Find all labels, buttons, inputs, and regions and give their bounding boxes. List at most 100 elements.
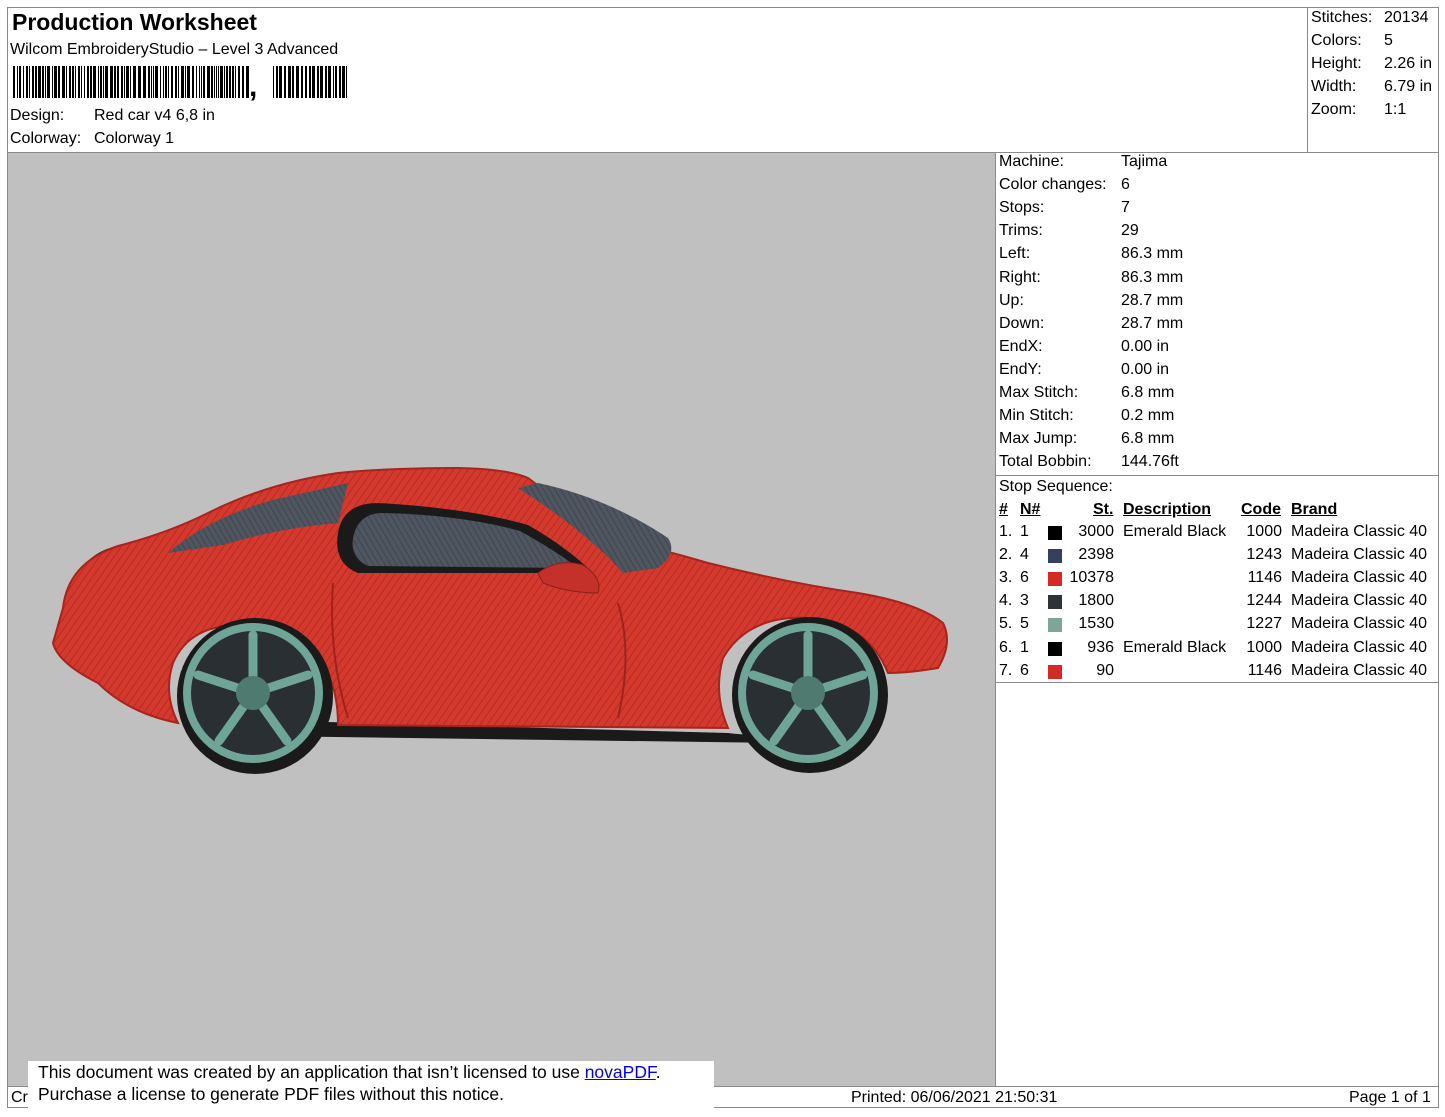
barcode-bar xyxy=(160,66,161,98)
barcode-bar xyxy=(201,66,202,98)
summary-divider xyxy=(1307,7,1308,152)
barcode-bar xyxy=(335,66,337,98)
barcode-bar xyxy=(235,66,236,98)
row-number: 6. xyxy=(999,638,1013,656)
col-header-num: # xyxy=(999,501,1008,518)
info-value: 6.8 mm xyxy=(1121,430,1175,448)
barcode-bar xyxy=(58,66,60,98)
barcode-bar xyxy=(23,66,24,98)
barcode-bar xyxy=(192,66,194,98)
thread-brand: Madeira Classic 40 xyxy=(1291,638,1428,656)
design-value: Red car v4 6,8 in xyxy=(94,107,215,124)
barcode-bar xyxy=(238,66,240,98)
needle-number: 1 xyxy=(1020,638,1029,656)
page-number: Page 1 of 1 xyxy=(1349,1089,1431,1106)
barcode-bar xyxy=(100,66,102,98)
barcode-bar xyxy=(218,66,219,98)
zoom-label: Zoom: xyxy=(1311,101,1357,118)
barcode-bar xyxy=(296,66,299,98)
info-value: 86.3 mm xyxy=(1121,245,1184,263)
barcode-bar xyxy=(211,66,213,98)
barcode-bar xyxy=(309,66,311,98)
info-value: 0.2 mm xyxy=(1121,407,1175,425)
col-header-n: N# xyxy=(1020,501,1041,518)
colors-value: 5 xyxy=(1384,32,1393,49)
stitch-count: 1530 xyxy=(1078,615,1114,633)
info-value: 28.7 mm xyxy=(1121,291,1184,309)
info-label: Max Jump: xyxy=(999,430,1078,448)
barcode-bar xyxy=(346,66,347,98)
info-value: 7 xyxy=(1121,199,1130,217)
panel-divider xyxy=(995,152,996,1087)
barcode-bar xyxy=(328,66,331,98)
page-title: Production Worksheet xyxy=(12,9,257,35)
barcode-bar xyxy=(84,66,85,98)
info-label: Trims: xyxy=(999,222,1043,240)
barcode-bar xyxy=(87,66,89,98)
barcode-bar xyxy=(301,66,303,98)
barcode-bar xyxy=(151,66,152,98)
thread-color-swatch xyxy=(1048,664,1062,679)
row-number: 5. xyxy=(999,615,1013,633)
info-label: Up: xyxy=(999,291,1024,309)
thread-description: Emerald Black xyxy=(1123,523,1227,540)
info-label: Max Stitch: xyxy=(999,384,1079,401)
barcode-bar xyxy=(178,66,179,98)
novapdf-link[interactable]: novaPDF xyxy=(585,1062,656,1082)
info-value: 86.3 mm xyxy=(1121,268,1184,286)
barcode-bar xyxy=(317,66,319,98)
info-value: Tajima xyxy=(1121,153,1168,170)
thread-brand: Madeira Classic 40 xyxy=(1291,592,1428,610)
info-label: Color changes: xyxy=(999,176,1107,194)
barcode-bar xyxy=(78,66,80,98)
barcode-bar xyxy=(52,66,53,98)
barcode-bar xyxy=(90,66,92,98)
barcode-bar xyxy=(42,66,44,98)
stitch-count: 936 xyxy=(1087,638,1114,656)
thread-color-swatch xyxy=(1048,618,1062,633)
thread-description: Emerald Black xyxy=(1123,638,1227,656)
col-header-description: Description xyxy=(1123,501,1212,518)
info-label: EndX: xyxy=(999,337,1043,355)
thread-code: 1243 xyxy=(1246,546,1282,564)
design-preview xyxy=(8,153,995,1086)
barcode-bar xyxy=(187,66,190,98)
barcode-bar xyxy=(143,66,146,98)
table-row: 2. 4 2398 1243 Madeira Classic 40 xyxy=(999,546,1439,569)
stitch-count: 3000 xyxy=(1078,523,1114,540)
info-value: 0.00 in xyxy=(1121,337,1170,355)
barcode-bar xyxy=(75,66,76,98)
stitch-count: 1800 xyxy=(1078,592,1114,610)
table-row: 5. 5 1530 1227 Madeira Classic 40 xyxy=(999,615,1439,638)
barcode-bar xyxy=(196,66,197,98)
barcode-bar xyxy=(163,66,164,98)
notice-line1-suffix: . xyxy=(655,1062,661,1082)
barcode-bar xyxy=(133,66,136,98)
barcode-bar xyxy=(32,66,34,98)
barcode-bar xyxy=(220,66,223,98)
barcode-bar xyxy=(130,66,131,98)
info-label: Total Bobbin: xyxy=(999,453,1092,471)
barcode-bar xyxy=(181,66,184,98)
height-label: Height: xyxy=(1311,55,1362,72)
stitches-label: Stitches: xyxy=(1311,9,1373,26)
barcode-bar xyxy=(38,66,41,98)
barcode-bar xyxy=(47,66,50,98)
design-barcode xyxy=(13,66,347,98)
zoom-value: 1:1 xyxy=(1384,101,1407,118)
needle-number: 4 xyxy=(1020,546,1029,564)
barcode-bar xyxy=(292,66,294,98)
thread-brand: Madeira Classic 40 xyxy=(1291,615,1428,633)
barcode-bar xyxy=(171,66,173,98)
barcode-bar xyxy=(124,66,125,98)
stitch-count: 2398 xyxy=(1078,546,1114,564)
row-number: 4. xyxy=(999,592,1013,610)
row-number: 1. xyxy=(999,523,1013,540)
barcode-bar xyxy=(168,66,169,98)
needle-number: 6 xyxy=(1020,569,1029,587)
thread-color-swatch xyxy=(1048,641,1062,656)
barcode-bar xyxy=(17,66,18,98)
col-header-st: St. xyxy=(1093,501,1114,518)
barcode-bar xyxy=(26,66,28,98)
barcode-bar xyxy=(288,66,291,98)
